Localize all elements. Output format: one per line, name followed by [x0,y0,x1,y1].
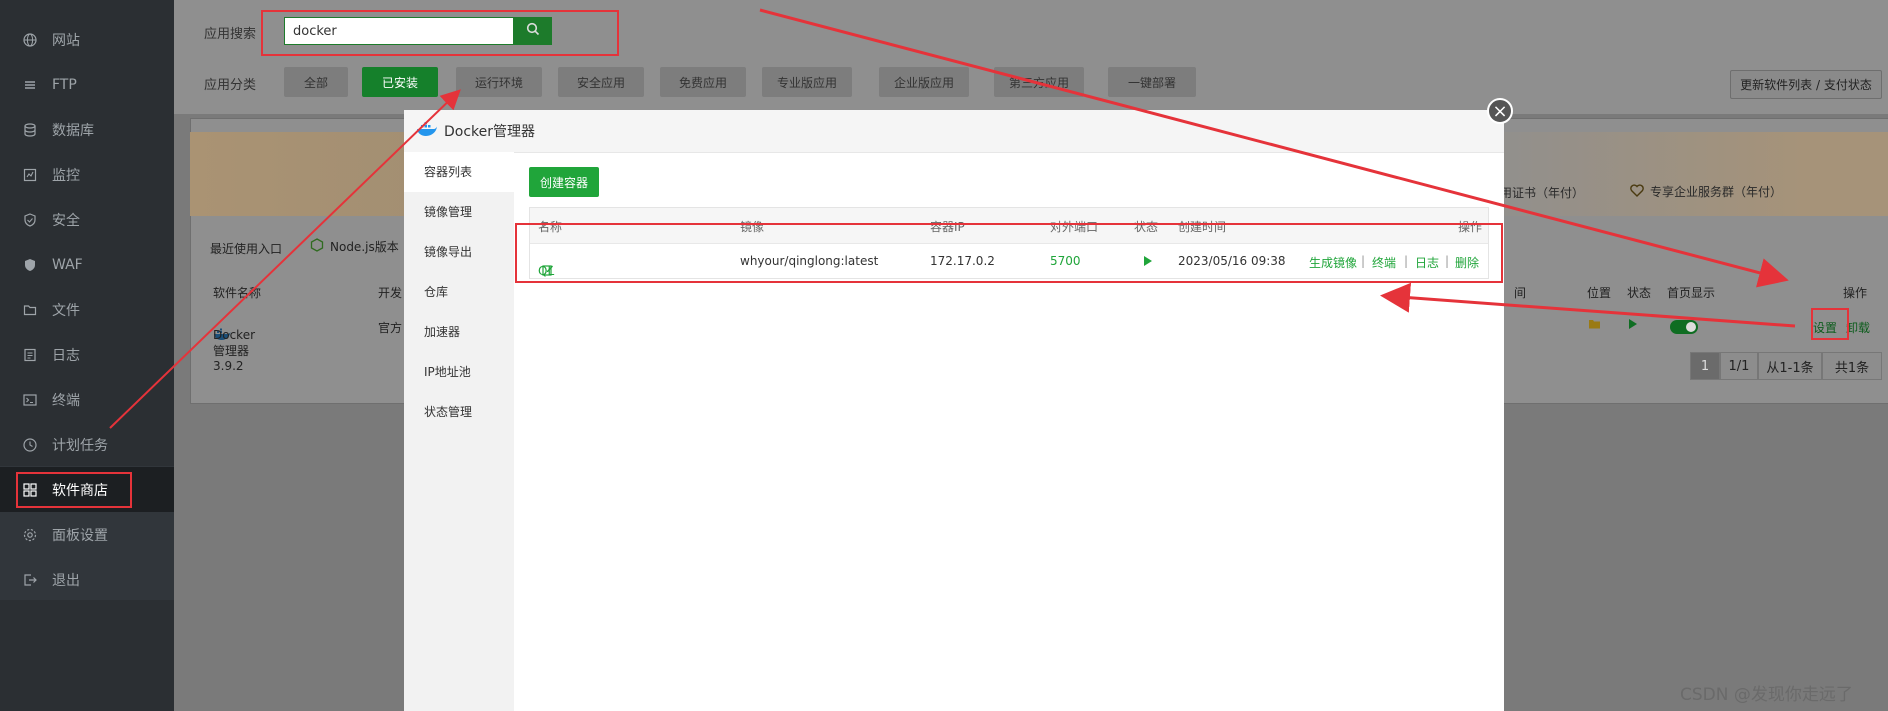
category-pro-button[interactable]: 专业版应用 [762,67,852,97]
category-security-button[interactable]: 安全应用 [558,67,644,97]
log-icon [22,347,38,363]
sidebar-item-label: 面板设置 [52,527,108,544]
annotation-box-softstore [16,472,132,508]
sidebar-item-label: 文件 [52,302,80,319]
sidebar: 网站 FTP 数据库 监控 安全 WAF 文件 日志 终端 计划任务 软件商店 … [0,0,174,711]
page-total: 共1条 [1822,352,1882,380]
category-onekey-button[interactable]: 一键部署 [1108,67,1196,97]
shield-icon [22,212,38,228]
nav-image-manage[interactable]: 镜像管理 [404,192,514,232]
nav-ip-pool[interactable]: IP地址池 [404,352,514,392]
sidebar-item-label: 计划任务 [52,437,108,454]
folder-icon [22,302,38,318]
logout-icon [22,572,38,588]
page-current[interactable]: 1 [1690,352,1720,380]
software-name: Docker管理器 3.9.2 [213,328,256,373]
monitor-icon [22,167,38,183]
category-label: 应用分类 [204,78,257,93]
folder-open-icon[interactable] [1588,318,1602,333]
banner-service[interactable]: 专享企业服务群（年付） [1630,183,1782,200]
col-position: 位置 [1587,286,1612,300]
category-installed-button[interactable]: 已安装 [362,67,438,97]
sidebar-item-monitor[interactable]: 监控 [0,152,174,197]
sidebar-item-files[interactable]: 文件 [0,287,174,332]
sidebar-item-label: 终端 [52,392,80,409]
update-software-list-button[interactable]: 更新软件列表 / 支付状态 [1730,70,1882,99]
sidebar-item-label: 网站 [52,32,80,49]
sidebar-item-database[interactable]: 数据库 [0,107,174,152]
gear-icon [22,527,38,543]
terminal-icon [22,392,38,408]
database-icon [22,122,38,138]
sidebar-item-logs[interactable]: 日志 [0,332,174,377]
sidebar-item-label: WAF [52,256,83,273]
dialog-side-nav: 容器列表 镜像管理 镜像导出 仓库 加速器 IP地址池 状态管理 [404,152,514,711]
col-ops: 操作 [1843,286,1868,300]
nav-image-export[interactable]: 镜像导出 [404,232,514,272]
sidebar-item-label: 监控 [52,167,80,184]
banner-service-text: 专享企业服务群（年付） [1650,185,1783,199]
software-dev: 官方 [378,321,403,335]
category-enterprise-button[interactable]: 企业版应用 [879,67,969,97]
page-range: 从1-1条 [1758,352,1822,380]
ftp-icon [22,77,38,93]
dialog-title-bar: Docker管理器 [404,110,1504,153]
sidebar-item-label: FTP [52,76,77,93]
page-count: 1/1 [1720,352,1758,380]
heart-icon [1630,183,1644,200]
col-home: 首页显示 [1667,286,1716,300]
sidebar-item-security[interactable]: 安全 [0,197,174,242]
sidebar-item-label: 安全 [52,212,80,229]
sidebar-item-label: 日志 [52,347,80,364]
sidebar-menu: 网站 FTP 数据库 监控 安全 WAF 文件 日志 终端 计划任务 软件商店 … [0,17,174,602]
dialog-title: Docker管理器 [444,124,536,140]
annotation-box-settings [1811,308,1849,340]
search-label: 应用搜索 [204,27,257,42]
col-time: 间 [1514,286,1527,300]
sidebar-item-settings[interactable]: 面板设置 [0,512,174,557]
banner-cert-text: 用证书（年付） [1500,186,1585,200]
globe-icon [22,32,38,48]
nav-container-list[interactable]: 容器列表 [404,152,514,192]
annotation-box-search [261,10,619,56]
docker-whale-icon [416,121,438,141]
sidebar-item-ftp[interactable]: FTP [0,62,174,107]
nodejs-icon [310,238,324,255]
category-all-button[interactable]: 全部 [284,67,348,97]
nav-repository[interactable]: 仓库 [404,272,514,312]
sidebar-item-terminal[interactable]: 终端 [0,377,174,422]
nav-status-manage[interactable]: 状态管理 [404,392,514,432]
category-free-button[interactable]: 免费应用 [660,67,746,97]
clock-icon [22,437,38,453]
home-display-toggle[interactable] [1670,320,1698,334]
play-icon[interactable] [1628,318,1638,333]
recent-node-entry[interactable]: Node.js版本 [310,238,399,255]
sidebar-item-cron[interactable]: 计划任务 [0,422,174,467]
recent-entry-label: 最近使用入口 [210,242,283,256]
docker-manager-dialog: Docker管理器 容器列表 镜像管理 镜像导出 仓库 加速器 IP地址池 状态… [404,110,1504,711]
uninstall-link[interactable]: 卸载 [1846,319,1870,336]
close-icon: × [1492,100,1508,122]
col-status: 状态 [1627,286,1652,300]
col-name: 软件名称 [213,286,262,300]
sidebar-item-waf[interactable]: WAF [0,242,174,287]
recent-node-label: Node.js版本 [330,240,399,254]
create-container-button[interactable]: 创建容器 [529,167,599,197]
category-runtime-button[interactable]: 运行环境 [456,67,542,97]
col-dev: 开发 [378,286,403,300]
waf-shield-icon [22,257,38,273]
csdn-watermark: CSDN @发现你走远了 [1680,685,1853,705]
nav-accelerator[interactable]: 加速器 [404,312,514,352]
sidebar-item-logout[interactable]: 退出 [0,557,174,602]
dialog-close-button[interactable]: × [1487,98,1513,124]
sidebar-item-website[interactable]: 网站 [0,17,174,62]
sidebar-item-label: 数据库 [52,122,94,139]
sidebar-item-label: 退出 [52,572,80,589]
category-thirdparty-button[interactable]: 第三方应用 [994,67,1084,97]
annotation-box-container-row [515,223,1503,283]
